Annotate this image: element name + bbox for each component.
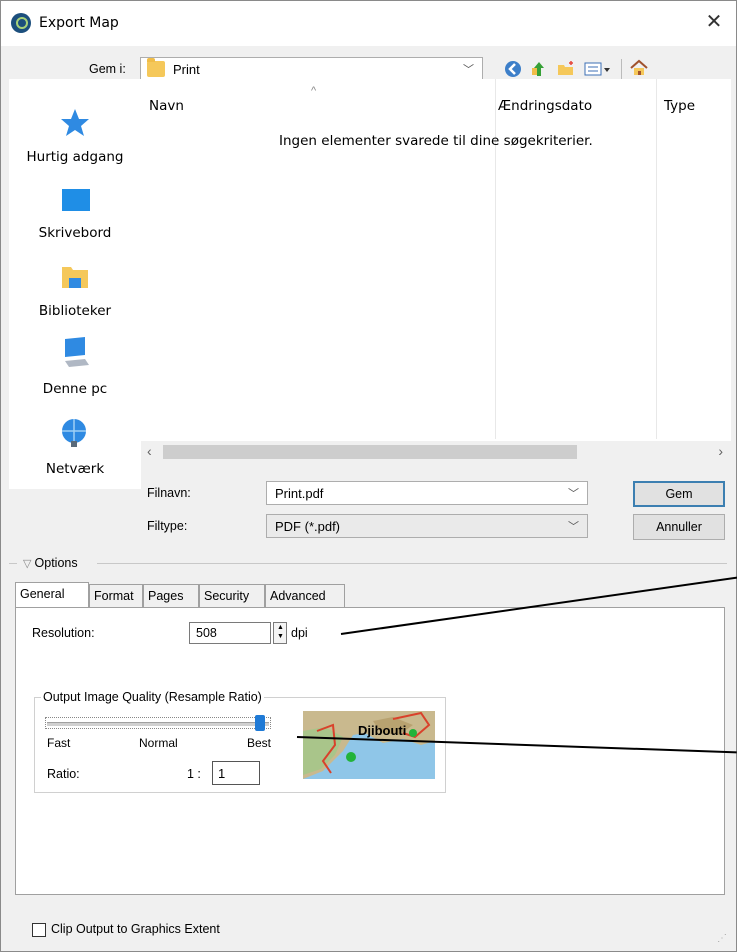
column-header-name[interactable]: Navn bbox=[149, 98, 184, 114]
place-label: Denne pc bbox=[42, 381, 108, 397]
place-label: Biblioteker bbox=[38, 303, 112, 319]
column-header-date[interactable]: Ændringsdato bbox=[498, 98, 592, 114]
app-globe-icon bbox=[11, 13, 31, 33]
resolution-unit: dpi bbox=[291, 626, 308, 640]
collapse-chevron-icon: ▽ bbox=[23, 558, 35, 570]
spin-up-icon: ▲ bbox=[277, 624, 284, 631]
up-folder-icon[interactable] bbox=[529, 59, 549, 79]
ratio-label: Ratio: bbox=[47, 767, 80, 781]
ratio-prefix: 1 : bbox=[187, 767, 201, 781]
empty-message: Ingen elementer svarede til dine søgekri… bbox=[279, 133, 593, 149]
save-in-dropdown[interactable]: Print ﹀ bbox=[140, 57, 483, 81]
save-in-label: Gem i: bbox=[89, 62, 126, 76]
resize-grip-icon[interactable]: ⋰ bbox=[717, 933, 727, 944]
title-bar: Export Map ✕ bbox=[1, 1, 736, 46]
place-label: Skrivebord bbox=[38, 225, 112, 241]
horizontal-scrollbar[interactable]: ‹ › bbox=[141, 441, 731, 463]
cancel-button[interactable]: Annuller bbox=[633, 514, 725, 540]
window-title: Export Map bbox=[39, 15, 119, 31]
computer-icon bbox=[65, 337, 89, 367]
map-preview-label: Djibouti bbox=[358, 723, 407, 738]
column-header-type[interactable]: Type bbox=[664, 98, 695, 114]
save-button[interactable]: Gem bbox=[633, 481, 725, 507]
view-menu-icon[interactable] bbox=[583, 59, 613, 79]
options-label: Options bbox=[34, 556, 78, 570]
place-quick-access[interactable]: Hurtig adgang bbox=[9, 107, 141, 169]
place-desktop[interactable]: Skrivebord bbox=[9, 187, 141, 249]
scroll-left-icon[interactable]: ‹ bbox=[147, 443, 152, 459]
clip-output-label: Clip Output to Graphics Extent bbox=[51, 922, 220, 936]
tab-security[interactable]: Security bbox=[199, 584, 265, 608]
slider-label-fast: Fast bbox=[47, 736, 71, 750]
tab-general[interactable]: General bbox=[15, 582, 89, 610]
filetype-value: PDF (*.pdf) bbox=[275, 519, 341, 534]
places-bar: Hurtig adgang Skrivebord Biblioteker Den… bbox=[9, 79, 141, 489]
desktop-icon bbox=[62, 189, 90, 211]
resolution-label: Resolution: bbox=[32, 626, 95, 640]
tab-format[interactable]: Format bbox=[89, 584, 143, 608]
export-map-dialog: Export Map ✕ Gem i: Print ﹀ Hurtig adgan… bbox=[0, 0, 737, 952]
ratio-value: 1 bbox=[218, 766, 226, 781]
resolution-value: 508 bbox=[196, 626, 217, 640]
column-separator bbox=[656, 79, 657, 439]
place-network[interactable]: Netværk bbox=[9, 415, 141, 481]
spin-down-icon: ▼ bbox=[277, 633, 284, 640]
chevron-down-icon: ﹀ bbox=[568, 521, 579, 533]
home-icon[interactable] bbox=[629, 58, 649, 78]
toolbar-separator bbox=[621, 59, 622, 79]
tab-advanced[interactable]: Advanced bbox=[265, 584, 345, 608]
place-label: Hurtig adgang bbox=[26, 149, 124, 165]
options-toggle[interactable]: ▽ Options bbox=[23, 556, 78, 570]
map-preview-image bbox=[303, 711, 435, 779]
filename-value: Print.pdf bbox=[275, 486, 324, 501]
quality-slider-groove bbox=[47, 722, 269, 726]
back-icon[interactable] bbox=[503, 59, 523, 79]
resolution-spinner[interactable]: ▲ ▼ bbox=[273, 622, 287, 644]
star-icon bbox=[61, 109, 89, 136]
close-button[interactable]: ✕ bbox=[702, 11, 726, 35]
filename-field[interactable]: Print.pdf ﹀ bbox=[266, 481, 588, 505]
slider-label-best: Best bbox=[247, 736, 272, 750]
network-icon bbox=[62, 419, 86, 447]
ratio-input[interactable]: 1 bbox=[212, 761, 260, 785]
scrollbar-thumb[interactable] bbox=[163, 445, 577, 459]
place-libraries[interactable]: Biblioteker bbox=[9, 261, 141, 323]
chevron-down-icon: ﹀ bbox=[568, 488, 579, 500]
libraries-icon bbox=[62, 267, 88, 288]
place-label: Netværk bbox=[45, 461, 105, 477]
quality-group-title: Output Image Quality (Resample Ratio) bbox=[41, 690, 264, 704]
resolution-input[interactable]: 508 bbox=[189, 622, 271, 644]
options-line-left bbox=[9, 563, 17, 564]
scroll-right-icon[interactable]: › bbox=[718, 443, 723, 459]
filename-label: Filnavn: bbox=[147, 486, 191, 500]
filetype-dropdown[interactable]: PDF (*.pdf) ﹀ bbox=[266, 514, 588, 538]
tab-pages[interactable]: Pages bbox=[143, 584, 199, 608]
chevron-down-icon: ﹀ bbox=[463, 64, 474, 76]
options-line-right bbox=[97, 563, 727, 564]
new-folder-icon[interactable] bbox=[556, 59, 576, 79]
filetype-label: Filtype: bbox=[147, 519, 188, 533]
save-in-value: Print bbox=[173, 62, 200, 77]
slider-label-normal: Normal bbox=[139, 736, 178, 750]
place-this-pc[interactable]: Denne pc bbox=[9, 335, 141, 401]
folder-icon bbox=[147, 58, 165, 77]
sort-indicator-icon: ^ bbox=[311, 85, 317, 97]
quality-slider-thumb[interactable] bbox=[255, 715, 265, 731]
clip-output-checkbox[interactable] bbox=[32, 923, 46, 937]
